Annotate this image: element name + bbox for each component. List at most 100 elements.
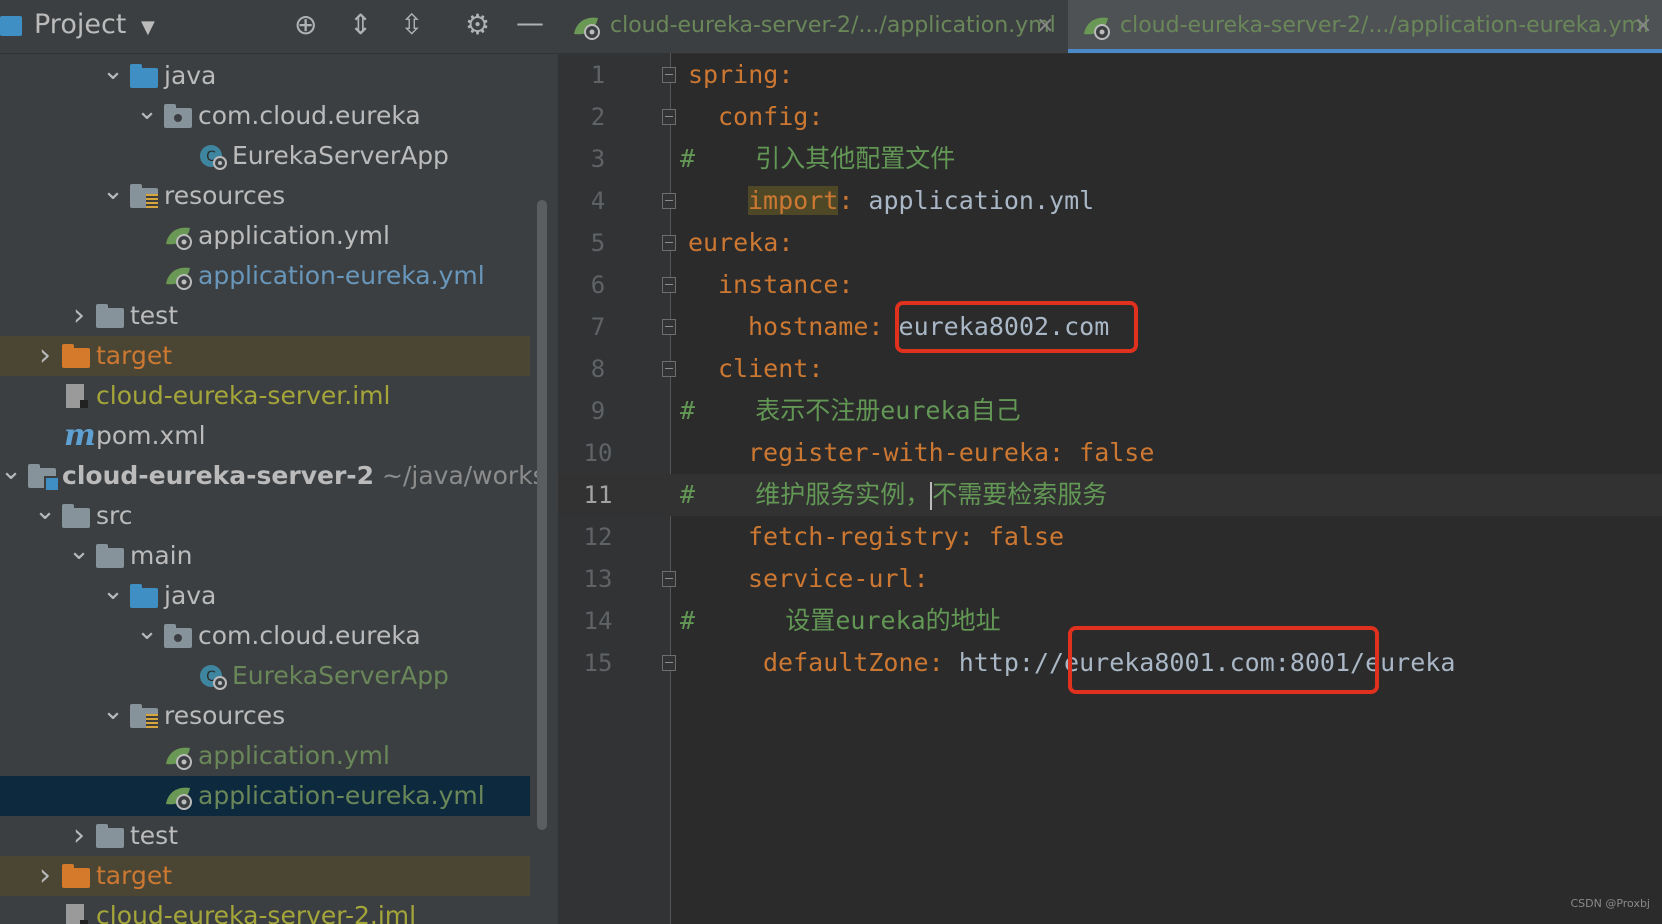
code-text: # 表示不注册eureka自己 [680, 390, 1021, 432]
yml-file-icon [1082, 14, 1114, 40]
tree-item-text: target [96, 856, 172, 896]
code-token: hostname [748, 312, 869, 341]
project-view-dropdown[interactable]: Project ▼ [34, 9, 155, 40]
chevron-right-icon[interactable]: › [33, 856, 57, 896]
code-line[interactable]: 9 # 表示不注册eureka自己 [558, 390, 1662, 432]
tree-item-pom-xml[interactable]: m pom.xml [0, 416, 530, 456]
folder-icon [62, 504, 92, 528]
code-token: # 表示不注册eureka自己 [680, 396, 1021, 425]
tree-item-application-eureka-yml[interactable]: application-eureka.yml [0, 256, 530, 296]
code-line[interactable]: 8 client: [558, 348, 1662, 390]
tree-item-label: com.cloud.eureka [198, 101, 421, 130]
tree-item-application-yml[interactable]: application.yml [0, 736, 530, 776]
tree-item-text: com.cloud.eureka [198, 616, 421, 656]
code-line[interactable]: 6 instance: [558, 264, 1662, 306]
tree-item-text: main [130, 536, 192, 576]
chevron-down-icon[interactable]: ⌄ [33, 496, 57, 536]
tree-item-java[interactable]: ⌄ java [0, 576, 530, 616]
fold-marker-icon[interactable] [662, 277, 676, 293]
tree-item-application-yml[interactable]: application.yml [0, 216, 530, 256]
tab-label: cloud-eureka-server-2/.../application.ym… [610, 13, 1056, 38]
fold-marker-icon[interactable] [662, 67, 676, 83]
chevron-down-icon[interactable]: ⌄ [101, 56, 125, 96]
code-line[interactable]: 12 fetch-registry: false [558, 516, 1662, 558]
folder-icon [96, 824, 126, 848]
project-scrollbar[interactable] [537, 200, 547, 830]
tab-application-yml[interactable]: cloud-eureka-server-2/.../application.ym… [558, 0, 1068, 53]
collapse-all-icon[interactable]: ⇳ [400, 11, 423, 39]
tree-item-text: application-eureka.yml [198, 256, 485, 296]
fold-marker-icon[interactable] [662, 361, 676, 377]
code-line[interactable]: 11 # 维护服务实例，不需要检索服务 [558, 474, 1662, 516]
code-line[interactable]: 1 spring: [558, 54, 1662, 96]
tree-item-text: cloud-eureka-server-2 ~/java/works [62, 456, 546, 496]
tree-item-label: main [130, 541, 193, 570]
chevron-down-icon[interactable]: ⌄ [67, 536, 91, 576]
editor-tabs: cloud-eureka-server-2/.../application.ym… [558, 0, 1662, 54]
chevron-down-icon[interactable]: ⌄ [101, 576, 125, 616]
chevron-down-icon[interactable]: ⌄ [135, 96, 159, 136]
code-line[interactable]: 2 config: [558, 96, 1662, 138]
close-icon[interactable]: × [1036, 0, 1054, 52]
chevron-right-icon[interactable]: › [67, 296, 91, 336]
gear-icon[interactable]: ⚙ [465, 11, 490, 39]
hide-panel-icon[interactable]: — [516, 9, 544, 37]
code-token: defaultZone [763, 648, 929, 677]
fold-marker-icon[interactable] [662, 235, 676, 251]
tree-item-target[interactable]: › target [0, 336, 530, 376]
code-token: application.yml [868, 186, 1095, 215]
tree-item-src[interactable]: ⌄ src [0, 496, 530, 536]
chevron-down-icon[interactable]: ⌄ [0, 456, 23, 496]
tree-item-main[interactable]: ⌄ main [0, 536, 530, 576]
code-text: client: [718, 348, 823, 390]
excluded-folder-icon [62, 864, 92, 888]
tree-item-eurekaserverapp[interactable]: C EurekaServerApp [0, 656, 530, 696]
line-number: 8 [590, 355, 606, 383]
fold-marker-icon[interactable] [662, 193, 676, 209]
chevron-down-icon[interactable]: ⌄ [101, 176, 125, 216]
tree-item-label: resources [164, 181, 286, 210]
chevron-right-icon[interactable]: › [67, 816, 91, 856]
code-line[interactable]: 5 eureka: [558, 222, 1662, 264]
tree-item-test[interactable]: › test [0, 296, 530, 336]
fold-marker-icon[interactable] [662, 655, 676, 671]
fold-marker-icon[interactable] [662, 571, 676, 587]
chevron-down-icon[interactable]: ⌄ [101, 696, 125, 736]
tree-item-resources[interactable]: ⌄ resources [0, 176, 530, 216]
code-line[interactable]: 13 service-url: [558, 558, 1662, 600]
tree-item-cloud-eureka-server-2-iml[interactable]: cloud-eureka-server-2.iml [0, 896, 530, 924]
tree-item-java[interactable]: ⌄ java [0, 56, 530, 96]
locate-icon[interactable]: ⊕ [294, 11, 317, 39]
project-title: Project [34, 9, 127, 40]
fold-marker-icon[interactable] [662, 319, 676, 335]
tree-item-com-cloud-eureka[interactable]: ⌄ com.cloud.eureka [0, 616, 530, 656]
tree-item-application-eureka-yml[interactable]: application-eureka.yml [0, 776, 530, 816]
code-text: # 引入其他配置文件 [680, 138, 955, 180]
tree-item-label: application-eureka.yml [198, 261, 485, 290]
close-icon[interactable]: × [1634, 0, 1652, 52]
code-text: instance: [718, 264, 853, 306]
code-editor[interactable]: 1 spring: 2 config: 3 # 引入其他配置文件 4 import: appl… [558, 54, 1662, 684]
tree-item-cloud-eureka-server-iml[interactable]: cloud-eureka-server.iml [0, 376, 530, 416]
tree-item-cloud-eureka-server-2[interactable]: ⌄ cloud-eureka-server-2 ~/java/works [0, 456, 546, 496]
code-line[interactable]: 3 # 引入其他配置文件 [558, 138, 1662, 180]
tree-item-com-cloud-eureka[interactable]: ⌄ com.cloud.eureka [0, 96, 530, 136]
tree-item-test[interactable]: › test [0, 816, 530, 856]
code-text: # 设置eureka的地址 [680, 600, 1001, 642]
tree-item-target[interactable]: › target [0, 856, 530, 896]
tree-item-label: application.yml [198, 741, 390, 770]
tree-item-text: java [164, 56, 216, 96]
fold-marker-icon[interactable] [662, 109, 676, 125]
tree-item-text: application-eureka.yml [198, 776, 485, 816]
code-line[interactable]: 4 import: application.yml [558, 180, 1662, 222]
chevron-right-icon[interactable]: › [33, 336, 57, 376]
expand-all-icon[interactable]: ⇕ [349, 11, 372, 39]
tree-item-eurekaserverapp[interactable]: C EurekaServerApp [0, 136, 530, 176]
project-panel: Project ▼ ⊕ ⇕ ⇳ ⚙ — ⌄ java ⌄ com.cloud.eure… [0, 0, 558, 924]
line-number: 15 [583, 649, 613, 677]
tree-item-resources[interactable]: ⌄ resources [0, 696, 530, 736]
tab-application-eureka-yml[interactable]: cloud-eureka-server-2/.../application-eu… [1068, 0, 1662, 53]
code-line[interactable]: 10 register-with-eureka: false [558, 432, 1662, 474]
chevron-down-icon[interactable]: ⌄ [135, 616, 159, 656]
tree-item-label: resources [164, 701, 286, 730]
